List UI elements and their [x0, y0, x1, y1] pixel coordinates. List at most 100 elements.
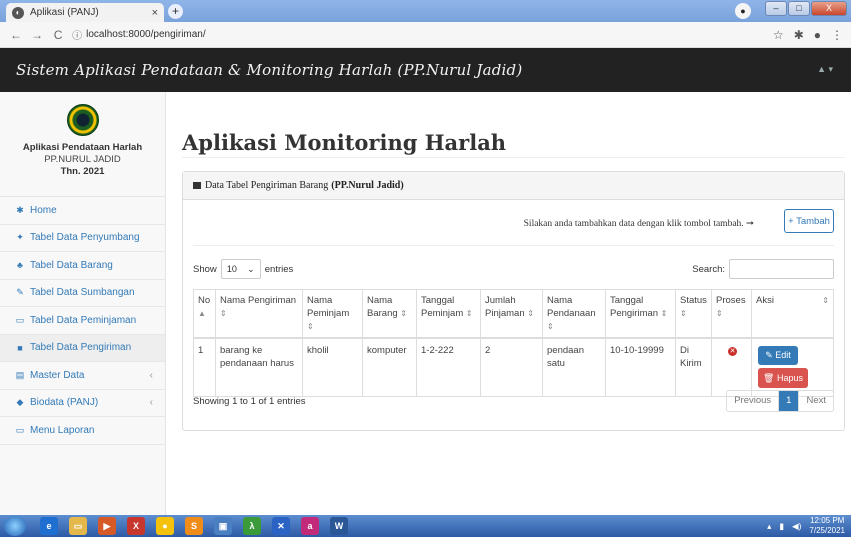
volume-icon[interactable]: ◀)	[792, 521, 801, 532]
column-header-proses[interactable]: Proses ⇕	[711, 289, 752, 339]
tag-icon: ◆	[16, 397, 24, 408]
minimize-button[interactable]: –	[765, 1, 787, 16]
entries-select[interactable]: 10 ⌄	[220, 259, 261, 279]
extension-icon[interactable]: ✱	[794, 28, 804, 42]
close-tab-icon[interactable]: ×	[152, 7, 158, 19]
search-input[interactable]	[729, 259, 834, 279]
sidebar-menu: ✱ Home ✦ Tabel Data Penyumbang ♣ Tabel D…	[0, 197, 165, 445]
column-header-nama-pengiriman[interactable]: Nama Pengiriman ⇕	[215, 289, 303, 339]
chevron-left-icon: ‹	[149, 397, 153, 409]
cell-nama-peminjam: kholil	[302, 337, 363, 397]
column-header-status[interactable]: Status ⇕	[675, 289, 712, 339]
panel-title: Data Tabel Pengiriman Barang	[205, 180, 329, 191]
reload-icon[interactable]: C	[50, 28, 66, 42]
sidebar-item-barang[interactable]: ♣ Tabel Data Barang	[0, 252, 165, 280]
sidebar-item-peminjaman[interactable]: ▭ Tabel Data Peminjaman	[0, 307, 165, 335]
vscode-icon[interactable]: ✕	[272, 517, 290, 535]
tray-arrow-icon[interactable]: ▴	[767, 521, 771, 532]
sublime-icon[interactable]: S	[185, 517, 203, 535]
cell-tanggal-pengiriman: 10-10-19999	[605, 337, 676, 397]
table-icon	[193, 182, 201, 189]
media-player-icon[interactable]: ▶	[98, 517, 116, 535]
bookmark-star-icon[interactable]: ☆	[773, 28, 784, 42]
cancel-process-icon[interactable]: ✕	[728, 347, 737, 356]
app-icon[interactable]: a	[301, 517, 319, 535]
table-row: 1 barang ke pendanaan harus kholil kompu…	[193, 337, 834, 397]
sidebar-item-biodata[interactable]: ◆ Biodata (PANJ) ‹	[0, 390, 165, 417]
panel-title-bold: (PP.Nurul Jadid)	[331, 180, 404, 191]
search-control: Search:	[692, 259, 834, 279]
book-icon: ✎	[16, 287, 24, 298]
folder-icon[interactable]: ▭	[69, 517, 87, 535]
new-tab-button[interactable]: +	[168, 4, 183, 19]
cell-tanggal-peminjam: 1-2-222	[416, 337, 481, 397]
list-icon: ■	[17, 342, 23, 353]
ie-icon[interactable]: e	[40, 517, 58, 535]
sidebar-item-sumbangan[interactable]: ✎ Tabel Data Sumbangan	[0, 280, 165, 307]
info-icon[interactable]: ⓘ	[72, 27, 82, 42]
logo	[66, 104, 99, 136]
network-icon[interactable]: ▮	[779, 521, 784, 532]
laptop-icon: ▭	[15, 314, 25, 325]
sidebar-item-label: Tabel Data Barang	[30, 259, 113, 271]
chevron-down-icon: ⌄	[247, 263, 255, 274]
sidebar-org: PP.NURUL JADID	[44, 154, 121, 165]
table-info: Showing 1 to 1 of 1 entries	[193, 396, 306, 407]
add-hint: Silakan anda tambahkan data dengan klik …	[523, 219, 754, 229]
cell-status: Di Kirim	[675, 337, 712, 397]
column-header-aksi[interactable]: Aksi ⇕	[751, 289, 834, 339]
sidebar-item-laporan[interactable]: ▭ Menu Laporan	[0, 417, 165, 445]
monitor-icon: ▭	[15, 424, 25, 435]
sidebar-item-label: Menu Laporan	[30, 424, 95, 436]
next-page-button[interactable]: Next	[799, 391, 833, 411]
forward-icon[interactable]: →	[29, 28, 45, 42]
start-button[interactable]	[4, 516, 26, 536]
back-icon[interactable]: ←	[8, 28, 24, 42]
profile-icon[interactable]: ●	[814, 28, 821, 42]
main-content: Aplikasi Monitoring Harlah Data Tabel Pe…	[166, 92, 851, 515]
cell-nama-pengiriman: barang ke pendanaan harus	[215, 337, 303, 397]
calculator-icon[interactable]: λ	[243, 517, 261, 535]
globe-icon: ◐	[12, 6, 24, 19]
windows-taskbar: e ▭ ▶ X ● S ▣ λ ✕ a W ▴ ▮ ◀) 12:05 PM 7/…	[0, 515, 851, 537]
sidebar-item-label: Home	[30, 204, 57, 216]
column-header-nama-peminjam[interactable]: Nama Peminjam ⇕	[302, 289, 363, 339]
sidebar-item-master-data[interactable]: ▤ Master Data ‹	[0, 362, 165, 390]
column-header-no[interactable]: No ▲	[193, 289, 216, 339]
sidebar-item-label: Tabel Data Pengiriman	[30, 342, 132, 354]
column-header-tanggal-peminjam[interactable]: Tanggal Peminjam ⇕	[416, 289, 481, 339]
screenshot-icon[interactable]: ▣	[214, 517, 232, 535]
maximize-button[interactable]: □	[788, 1, 810, 16]
close-window-button[interactable]: X	[811, 1, 847, 16]
column-header-nama-pendanaan[interactable]: Nama Pendanaan ⇕	[542, 289, 606, 339]
users-icon: ♣	[17, 260, 23, 271]
brand-title[interactable]: Sistem Aplikasi Pendataan & Monitoring H…	[16, 61, 522, 79]
word-icon[interactable]: W	[330, 517, 348, 535]
add-button[interactable]: + Tambah	[784, 209, 834, 233]
sidebar-item-home[interactable]: ✱ Home	[0, 197, 165, 225]
menu-kebab-icon[interactable]: ⋮	[831, 28, 843, 42]
sidebar-item-label: Tabel Data Penyumbang	[30, 232, 140, 244]
browser-tab[interactable]: ◐ Aplikasi (PANJ) ×	[6, 3, 164, 22]
table-header-row: No ▲ Nama Pengiriman ⇕ Nama Peminjam ⇕ Na…	[193, 289, 834, 339]
sidebar-logo-block: Aplikasi Pendataan Harlah PP.NURUL JADID…	[0, 92, 165, 197]
column-header-nama-barang[interactable]: Nama Barang ⇕	[362, 289, 417, 339]
chrome-taskbar-icon[interactable]: ●	[156, 517, 174, 535]
cell-aksi: ✎ Edit 🗑 Hapus	[751, 337, 834, 397]
column-header-jumlah-pinjaman[interactable]: Jumlah Pinjaman ⇕	[480, 289, 543, 339]
edit-button[interactable]: ✎ Edit	[758, 346, 798, 365]
page-button-current[interactable]: 1	[779, 391, 800, 411]
url-input[interactable]: ⓘ localhost:8000/pengiriman/	[68, 25, 773, 45]
cell-nama-barang: komputer	[362, 337, 417, 397]
sidebar-app-name: Aplikasi Pendataan Harlah	[22, 142, 143, 153]
sidebar-item-penyumbang[interactable]: ✦ Tabel Data Penyumbang	[0, 225, 165, 252]
column-header-tanggal-pengiriman[interactable]: Tanggal Pengiriman ⇕	[605, 289, 676, 339]
data-table: No ▲ Nama Pengiriman ⇕ Nama Peminjam ⇕ Na…	[193, 289, 834, 397]
xampp-icon[interactable]: X	[127, 517, 145, 535]
entries-label: entries	[264, 263, 294, 275]
sidebar-item-pengiriman[interactable]: ■ Tabel Data Pengiriman	[0, 334, 165, 362]
user-menu-icon[interactable]: ▲ ▾	[817, 64, 833, 75]
previous-page-button[interactable]: Previous	[727, 391, 780, 411]
delete-button[interactable]: 🗑 Hapus	[758, 368, 808, 388]
clock[interactable]: 12:05 PM 7/25/2021	[809, 516, 845, 536]
